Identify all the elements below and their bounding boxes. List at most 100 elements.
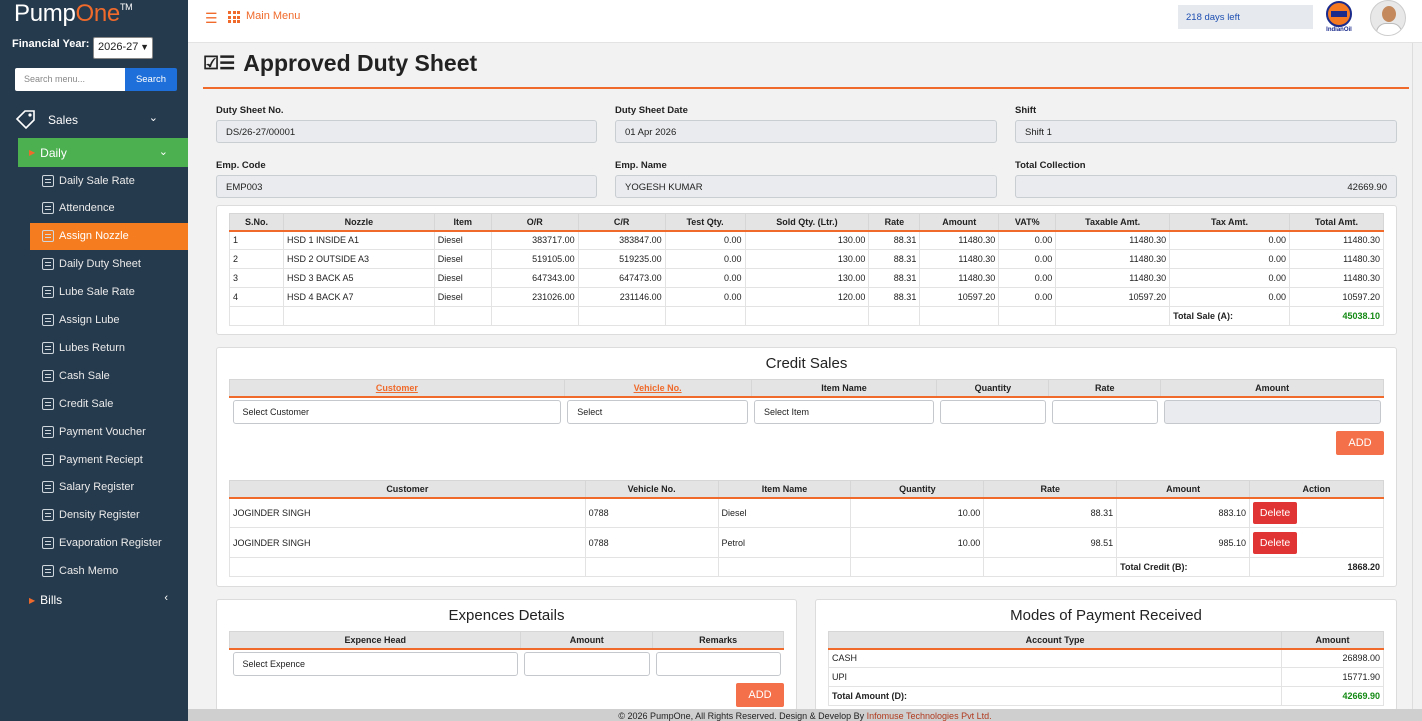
nozzle-header: VAT% bbox=[998, 213, 1057, 232]
financial-year-select[interactable]: 2026-27 ▼ bbox=[93, 37, 153, 59]
action-cell: Delete bbox=[1249, 497, 1384, 528]
empty-cell bbox=[983, 557, 1118, 577]
duty-sheet-date-label: Duty Sheet Date bbox=[615, 105, 688, 116]
customer-select[interactable]: Select Customer bbox=[232, 399, 562, 424]
pumpone-logo[interactable]: PumpOneTM bbox=[14, 0, 133, 28]
table-cell: Diesel bbox=[433, 268, 492, 288]
table-cell: 0.00 bbox=[1169, 230, 1290, 250]
total-sale-value: 45038.10 bbox=[1288, 306, 1385, 326]
title-divider bbox=[203, 87, 1409, 89]
submenu-item-lube-sale-rate[interactable]: Lube Sale Rate bbox=[30, 279, 188, 306]
search-menu-input[interactable]: Search menu... bbox=[15, 68, 125, 91]
item-select[interactable]: Select Item bbox=[754, 399, 934, 424]
submenu-item-label: Assign Nozzle bbox=[59, 230, 129, 243]
menu-item-icon bbox=[42, 509, 54, 522]
submenu-item-assign-nozzle[interactable]: Assign Nozzle bbox=[30, 222, 188, 250]
submenu-item-attendence[interactable]: Attendence bbox=[30, 195, 188, 222]
rate-input[interactable] bbox=[1051, 399, 1158, 424]
user-avatar[interactable] bbox=[1370, 0, 1406, 36]
menu-item-icon bbox=[42, 174, 54, 187]
submenu-item-daily-sale-rate[interactable]: Daily Sale Rate bbox=[30, 167, 188, 194]
item-name-header: Item Name bbox=[750, 379, 938, 398]
submenu-item-assign-lube[interactable]: Assign Lube bbox=[30, 307, 188, 334]
caret-right-icon: ▶ bbox=[29, 148, 36, 157]
add-credit-button[interactable]: ADD bbox=[1336, 431, 1384, 455]
table-cell: 0.00 bbox=[664, 268, 746, 288]
table-cell: 647343.00 bbox=[490, 268, 579, 288]
table-cell: HSD 3 BACK A5 bbox=[282, 268, 435, 288]
table-row: 4 HSD 4 BACK A7 Diesel 231026.00 231146.00 0.… bbox=[229, 287, 1385, 307]
submenu-item-lubes-return[interactable]: Lubes Return bbox=[30, 334, 188, 361]
expence-amount-header: Amount bbox=[520, 631, 654, 650]
add-expence-button[interactable]: ADD bbox=[736, 683, 784, 707]
delete-button[interactable]: Delete bbox=[1253, 501, 1298, 524]
action-cell: Delete bbox=[1249, 527, 1384, 558]
expence-remarks-input[interactable] bbox=[655, 651, 781, 676]
submenu-item-payment-voucher[interactable]: Payment Voucher bbox=[30, 418, 188, 445]
menu-item-icon bbox=[42, 425, 54, 438]
table-cell: HSD 1 INSIDE A1 bbox=[282, 230, 435, 250]
nozzle-header: Taxable Amt. bbox=[1055, 213, 1171, 232]
nav-sales[interactable]: Sales ⌄ bbox=[14, 107, 188, 133]
nav-daily[interactable]: ▶ Daily ⌄ bbox=[18, 138, 188, 167]
empty-cell bbox=[490, 306, 579, 326]
customer-header[interactable]: Customer bbox=[229, 379, 565, 398]
expence-amount-input[interactable] bbox=[523, 651, 650, 676]
credit-list-header: Action bbox=[1249, 480, 1384, 499]
table-cell: 0788 bbox=[584, 527, 719, 558]
submenu-item-salary-register[interactable]: Salary Register bbox=[30, 474, 188, 501]
table-cell: 130.00 bbox=[744, 268, 870, 288]
empty-cell bbox=[577, 306, 666, 326]
empty-cell bbox=[433, 306, 492, 326]
main-menu-link[interactable]: Main Menu bbox=[246, 10, 300, 22]
duty-sheet-no-label: Duty Sheet No. bbox=[216, 105, 284, 116]
search-button[interactable]: Search bbox=[125, 68, 177, 91]
submenu-item-evaporation-register[interactable]: Evaporation Register bbox=[30, 530, 188, 557]
nozzle-header: S.No. bbox=[229, 213, 284, 232]
chevron-down-icon: ⌄ bbox=[148, 112, 158, 124]
hamburger-icon[interactable]: ☰ bbox=[205, 10, 218, 27]
submenu-item-payment-reciept[interactable]: Payment Reciept bbox=[30, 446, 188, 473]
table-cell: 0.00 bbox=[664, 287, 746, 307]
nav-daily-label: Daily bbox=[40, 145, 67, 160]
submenu-item-daily-duty-sheet[interactable]: Daily Duty Sheet bbox=[30, 251, 188, 278]
table-row: JOGINDER SINGH 0788 Diesel 10.00 88.31 883.10… bbox=[229, 497, 1384, 528]
table-cell: JOGINDER SINGH bbox=[229, 497, 586, 528]
nozzle-header: Rate bbox=[868, 213, 921, 232]
table-cell: HSD 2 OUTSIDE A3 bbox=[282, 249, 435, 269]
vehicle-select[interactable]: Select bbox=[567, 399, 749, 424]
table-row: 3 HSD 3 BACK A5 Diesel 647343.00 647473.00 0.… bbox=[229, 268, 1385, 288]
submenu-item-label: Cash Memo bbox=[59, 565, 119, 578]
table-cell: 0.00 bbox=[998, 230, 1057, 250]
nav-bills-label: Bills bbox=[40, 593, 63, 607]
table-cell: 11480.30 bbox=[1055, 230, 1171, 250]
total-amount-value: 42669.90 bbox=[1281, 686, 1384, 706]
delete-button[interactable]: Delete bbox=[1253, 531, 1298, 554]
footer: © 2026 PumpOne, All Rights Reserved. Des… bbox=[188, 709, 1422, 721]
total-row: Total Amount (D): 42669.90 bbox=[827, 686, 1384, 706]
table-cell: 11480.30 bbox=[1055, 249, 1171, 269]
nav-bills[interactable]: ▶ Bills ‹ bbox=[18, 588, 188, 612]
tag-icon bbox=[15, 110, 35, 130]
submenu-item-cash-sale[interactable]: Cash Sale bbox=[30, 362, 188, 389]
developer-link[interactable]: Infomuse Technologies Pvt Ltd. bbox=[867, 711, 992, 721]
table-cell: 11480.30 bbox=[919, 230, 1000, 250]
table-cell: 0.00 bbox=[1169, 268, 1290, 288]
table-cell: 0.00 bbox=[664, 249, 746, 269]
vehicle-header[interactable]: Vehicle No. bbox=[563, 379, 752, 398]
menu-item-icon bbox=[42, 230, 54, 243]
table-row: 1 HSD 1 INSIDE A1 Diesel 383717.00 383847.00… bbox=[229, 230, 1385, 250]
submenu-item-credit-sale[interactable]: Credit Sale bbox=[30, 390, 188, 417]
table-cell: 519105.00 bbox=[490, 249, 579, 269]
table-cell: 98.51 bbox=[983, 527, 1118, 558]
duty-sheet-no-field: DS/26-27/00001 bbox=[216, 120, 597, 143]
menu-item-icon bbox=[42, 481, 54, 494]
submenu-item-density-register[interactable]: Density Register bbox=[30, 502, 188, 529]
quantity-input[interactable] bbox=[939, 399, 1046, 424]
page-scrollbar[interactable] bbox=[1412, 43, 1422, 709]
sidebar: PumpOneTM Financial Year: 2026-27 ▼ Searc… bbox=[0, 0, 188, 721]
submenu-item-cash-memo[interactable]: Cash Memo bbox=[30, 558, 188, 585]
expence-select[interactable]: Select Expence bbox=[232, 651, 518, 676]
credit-sales-title: Credit Sales bbox=[765, 355, 848, 372]
payments-table: Account Type Amount CASH 26898.00 UPI 15771… bbox=[827, 631, 1384, 706]
